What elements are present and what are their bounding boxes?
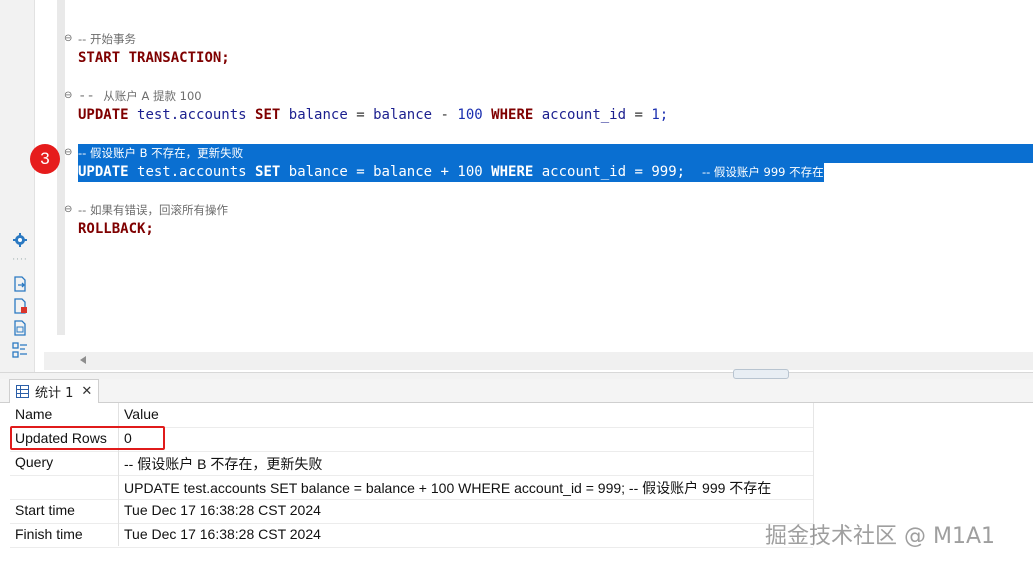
watermark: 掘金技术社区 @ M1A1: [765, 524, 996, 549]
export-icon[interactable]: [12, 276, 28, 292]
row-name: Start time: [15, 502, 75, 518]
code-line-comment: -- 开始事务: [78, 32, 136, 46]
table-row[interactable]: Finish time Tue Dec 17 16:38:28 CST 2024: [10, 523, 813, 548]
fold-toggle[interactable]: ⊖: [64, 148, 74, 158]
row-name: Query: [15, 454, 54, 470]
column-header-name[interactable]: Name: [15, 406, 52, 422]
row-value: -- 假设账户 B 不存在，更新失败: [124, 456, 323, 472]
code-line-selected-comment: -- 假设账户 B 不存在，更新失败: [78, 144, 1033, 163]
structure-icon[interactable]: [12, 342, 28, 358]
fold-toggle[interactable]: ⊖: [64, 34, 74, 44]
fold-gutter: [57, 0, 65, 335]
separator-dots: ····: [12, 255, 28, 265]
tab-statistics[interactable]: 统计 1 ✕: [9, 379, 100, 403]
code-line-start-transaction: START TRANSACTION;: [78, 50, 230, 66]
column-header-value[interactable]: Value: [124, 406, 159, 422]
close-icon[interactable]: ✕: [81, 384, 92, 399]
code-line-comment: -- 如果有错误，回滚所有操作: [78, 203, 228, 217]
fold-toggle[interactable]: ⊖: [64, 91, 74, 101]
result-tabbar: 统计 1 ✕: [0, 379, 1033, 403]
splitter-grip[interactable]: [733, 369, 789, 379]
code-line-update-a: UPDATE test.accounts SET balance = balan…: [78, 107, 669, 123]
grid-icon: [16, 385, 29, 398]
gear-icon[interactable]: [12, 232, 28, 248]
table-row[interactable]: UPDATE test.accounts SET balance = balan…: [10, 475, 813, 500]
code-line-update-b-selected: UPDATE test.accounts SET balance = balan…: [78, 163, 824, 182]
tab-label: 统计 1: [35, 386, 74, 401]
fold-toggle[interactable]: ⊖: [64, 205, 74, 215]
code-text[interactable]: -- 开始事务 START TRANSACTION; -- 从账户 A 提款 1…: [78, 0, 1033, 237]
sql-editor[interactable]: ···· ⊖ ⊖ ⊖ ⊖ -- 开始事务 START TRANSACTION; …: [0, 0, 1033, 372]
annotation-highlight-box: [10, 426, 165, 450]
column-divider: [118, 403, 119, 546]
sql-file-icon[interactable]: [12, 320, 28, 336]
row-value: Tue Dec 17 16:38:28 CST 2024: [124, 502, 321, 518]
row-value: Tue Dec 17 16:38:28 CST 2024: [124, 526, 321, 542]
row-value: UPDATE test.accounts SET balance = balan…: [124, 480, 772, 496]
horizontal-scrollbar[interactable]: [44, 352, 1033, 370]
code-line-rollback: ROLLBACK;: [78, 221, 154, 237]
row-name: Finish time: [15, 526, 83, 542]
code-line-comment: -- 从账户 A 提款 100: [78, 88, 202, 104]
table-row[interactable]: Start time Tue Dec 17 16:38:28 CST 2024: [10, 499, 813, 524]
table-header-row: Name Value: [10, 403, 813, 428]
editor-toolbar-gutter: ····: [0, 0, 35, 372]
scroll-left-arrow-icon[interactable]: [80, 356, 86, 364]
file-error-icon[interactable]: [12, 298, 28, 314]
table-row[interactable]: Query -- 假设账户 B 不存在，更新失败: [10, 451, 813, 476]
step-badge: 3: [30, 144, 60, 174]
